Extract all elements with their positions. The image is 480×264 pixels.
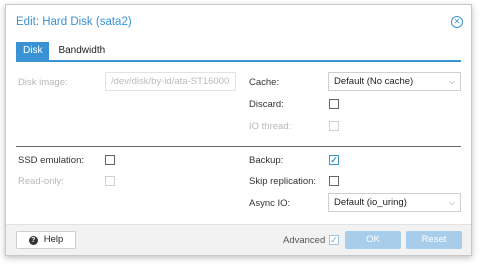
chevron-down-icon: ⌵: [448, 198, 455, 207]
tab-bandwidth[interactable]: Bandwidth: [51, 42, 112, 60]
ok-button[interactable]: OK: [345, 231, 401, 249]
async-io-select[interactable]: Default (io_uring) ⌵: [328, 193, 461, 212]
tab-underline: [16, 60, 461, 62]
cache-select[interactable]: Default (No cache) ⌵: [328, 72, 461, 91]
reset-button[interactable]: Reset: [406, 231, 462, 249]
help-label: Help: [43, 234, 64, 245]
cache-label: Cache:: [249, 77, 280, 88]
discard-label: Discard:: [249, 99, 284, 110]
disk-image-field: /dev/disk/by-id/ata-ST16000: [105, 72, 236, 91]
cache-value: Default (No cache): [334, 76, 414, 87]
checkmark-icon: ✓: [330, 155, 338, 165]
tab-bar: Disk Bandwidth: [16, 42, 114, 60]
question-circle-icon: ?: [28, 236, 38, 245]
async-io-label: Async IO:: [249, 198, 291, 209]
ssd-emulation-label: SSD emulation:: [18, 155, 85, 166]
io-thread-label: IO thread:: [249, 121, 292, 132]
ssd-emulation-checkbox[interactable]: [105, 155, 115, 165]
read-only-checkbox: [105, 176, 115, 186]
io-thread-checkbox: [329, 121, 339, 131]
async-io-value: Default (io_uring): [334, 197, 407, 208]
edit-hard-disk-dialog: Edit: Hard Disk (sata2) ✕ Disk Bandwidth…: [5, 4, 472, 256]
discard-checkbox[interactable]: [329, 99, 339, 109]
dialog-footer: ? Help Advanced ✓ OK Reset: [6, 224, 471, 255]
checkmark-icon: ✓: [330, 235, 338, 245]
section-divider: [16, 146, 461, 147]
chevron-down-icon: ⌵: [448, 77, 455, 86]
advanced-checkbox[interactable]: ✓: [329, 235, 339, 245]
read-only-label: Read-only:: [18, 176, 64, 187]
skip-replication-label: Skip replication:: [249, 176, 317, 187]
tab-disk[interactable]: Disk: [16, 42, 50, 60]
backup-checkbox[interactable]: ✓: [329, 155, 339, 165]
help-button[interactable]: ? Help: [16, 231, 76, 249]
backup-label: Backup:: [249, 155, 284, 166]
skip-replication-checkbox[interactable]: [329, 176, 339, 186]
disk-image-label: Disk image:: [18, 77, 68, 88]
dialog-title: Edit: Hard Disk (sata2): [16, 16, 132, 28]
advanced-label: Advanced: [283, 235, 326, 246]
close-icon[interactable]: ✕: [451, 16, 463, 28]
